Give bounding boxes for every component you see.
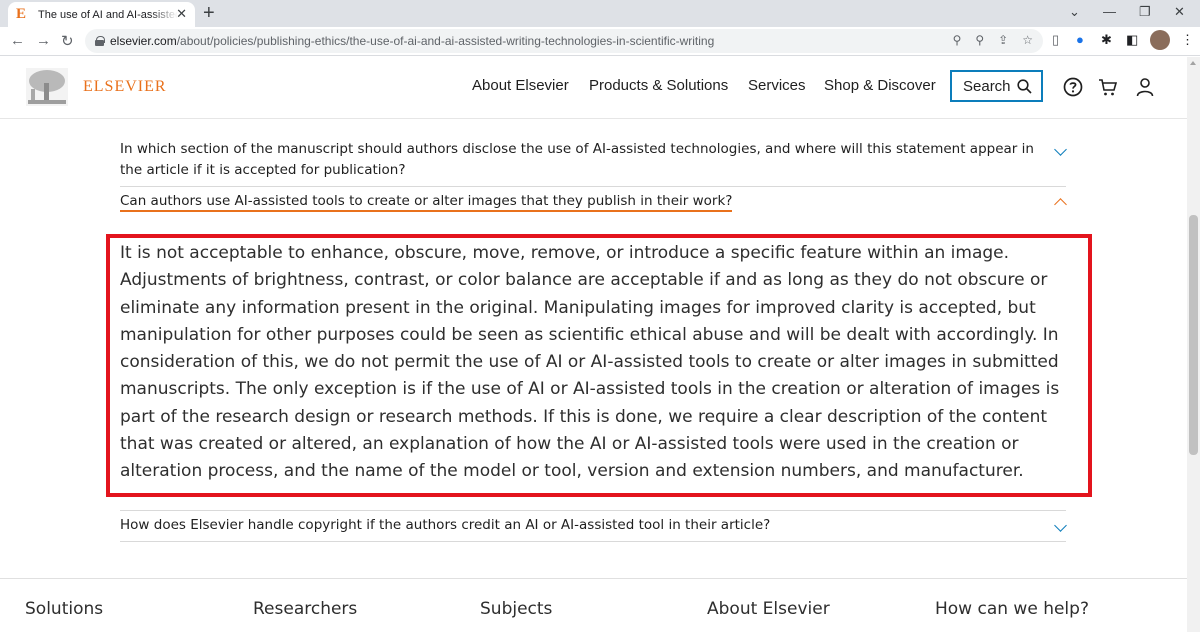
browser-tab-strip: E The use of AI and AI-assisted wri ✕ + … (0, 0, 1200, 27)
chevron-down-icon[interactable] (1054, 143, 1067, 156)
close-window-icon[interactable]: ✕ (1174, 4, 1185, 20)
nav-about-elsevier[interactable]: About Elsevier (472, 77, 569, 94)
search-label: Search (963, 77, 1011, 95)
extensions-puzzle-icon[interactable]: ✱ (1101, 32, 1112, 48)
divider (120, 541, 1066, 542)
back-icon[interactable]: ← (10, 32, 25, 49)
cart-icon[interactable] (1098, 77, 1118, 97)
site-footer: Solutions Researchers Subjects About Els… (0, 578, 1187, 632)
url-host: elsevier.com (110, 34, 177, 48)
faq-question: In which section of the manuscript shoul… (120, 141, 1034, 178)
zoom-icon[interactable]: ⚲ (953, 33, 962, 47)
faq-item-disclosure[interactable]: In which section of the manuscript shoul… (120, 139, 1067, 183)
help-icon[interactable] (1063, 77, 1083, 97)
footer-subjects[interactable]: Subjects (480, 599, 552, 619)
document-extension-icon[interactable]: ▯ (1052, 32, 1059, 48)
faq-item-copyright[interactable]: How does Elsevier handle copyright if th… (120, 515, 1067, 543)
nav-products-solutions[interactable]: Products & Solutions (589, 77, 728, 94)
reload-icon[interactable]: ↻ (61, 32, 74, 50)
new-tab-button[interactable]: + (203, 2, 215, 25)
url-path: /about/policies/publishing-ethics/the-us… (176, 34, 715, 48)
footer-researchers[interactable]: Researchers (253, 599, 357, 619)
tab-title: The use of AI and AI-assisted wri (38, 8, 178, 21)
page-scrollbar[interactable] (1187, 57, 1200, 632)
faq-item-images-expanded[interactable]: Can authors use AI-assisted tools to cre… (120, 191, 1067, 217)
faq-answer: It is not acceptable to enhance, obscure… (120, 243, 1060, 482)
avatar[interactable] (1150, 30, 1170, 50)
menu-kebab-icon[interactable]: ⋮ (1181, 32, 1194, 48)
elsevier-tree-logo-icon[interactable] (25, 67, 69, 107)
close-tab-icon[interactable]: ✕ (176, 6, 187, 22)
profile-extension-icon[interactable]: ● (1076, 32, 1084, 47)
scroll-up-arrow-icon[interactable] (1190, 61, 1196, 65)
elsevier-favicon-icon: E (16, 6, 27, 22)
minimize-icon[interactable]: — (1103, 4, 1116, 19)
side-panel-icon[interactable]: ◧ (1126, 32, 1138, 48)
address-bar[interactable]: elsevier.com/about/policies/publishing-e… (85, 29, 1043, 53)
search-button[interactable]: Search (950, 70, 1043, 102)
share-icon[interactable]: ⇪ (998, 33, 1008, 47)
site-header: ELSEVIER About Elsevier Products & Solut… (0, 57, 1187, 119)
lock-icon (95, 36, 105, 46)
search-page-icon[interactable]: ⚲ (975, 33, 984, 47)
browser-tab[interactable]: E The use of AI and AI-assisted wri ✕ (8, 2, 195, 27)
footer-help[interactable]: How can we help? (935, 599, 1089, 619)
chevron-up-icon[interactable] (1054, 198, 1067, 211)
faq-question-open: Can authors use AI-assisted tools to cre… (120, 193, 733, 212)
tab-search-icon[interactable]: ⌄ (1069, 4, 1080, 20)
nav-services[interactable]: Services (748, 77, 806, 94)
user-account-icon[interactable] (1135, 77, 1155, 97)
divider (120, 510, 1066, 511)
footer-about-elsevier[interactable]: About Elsevier (707, 599, 830, 619)
nav-shop-discover[interactable]: Shop & Discover (824, 77, 936, 94)
footer-solutions[interactable]: Solutions (25, 599, 103, 619)
divider (120, 186, 1066, 187)
restore-icon[interactable]: ❐ (1139, 4, 1151, 20)
search-icon (1016, 78, 1032, 94)
browser-toolbar: ← → ↻ elsevier.com/about/policies/publis… (0, 27, 1200, 56)
scrollbar-thumb[interactable] (1189, 215, 1198, 455)
forward-icon[interactable]: → (36, 32, 51, 49)
faq-question: How does Elsevier handle copyright if th… (120, 517, 771, 533)
brand-name[interactable]: ELSEVIER (83, 78, 167, 96)
bookmark-star-icon[interactable]: ☆ (1022, 33, 1033, 47)
